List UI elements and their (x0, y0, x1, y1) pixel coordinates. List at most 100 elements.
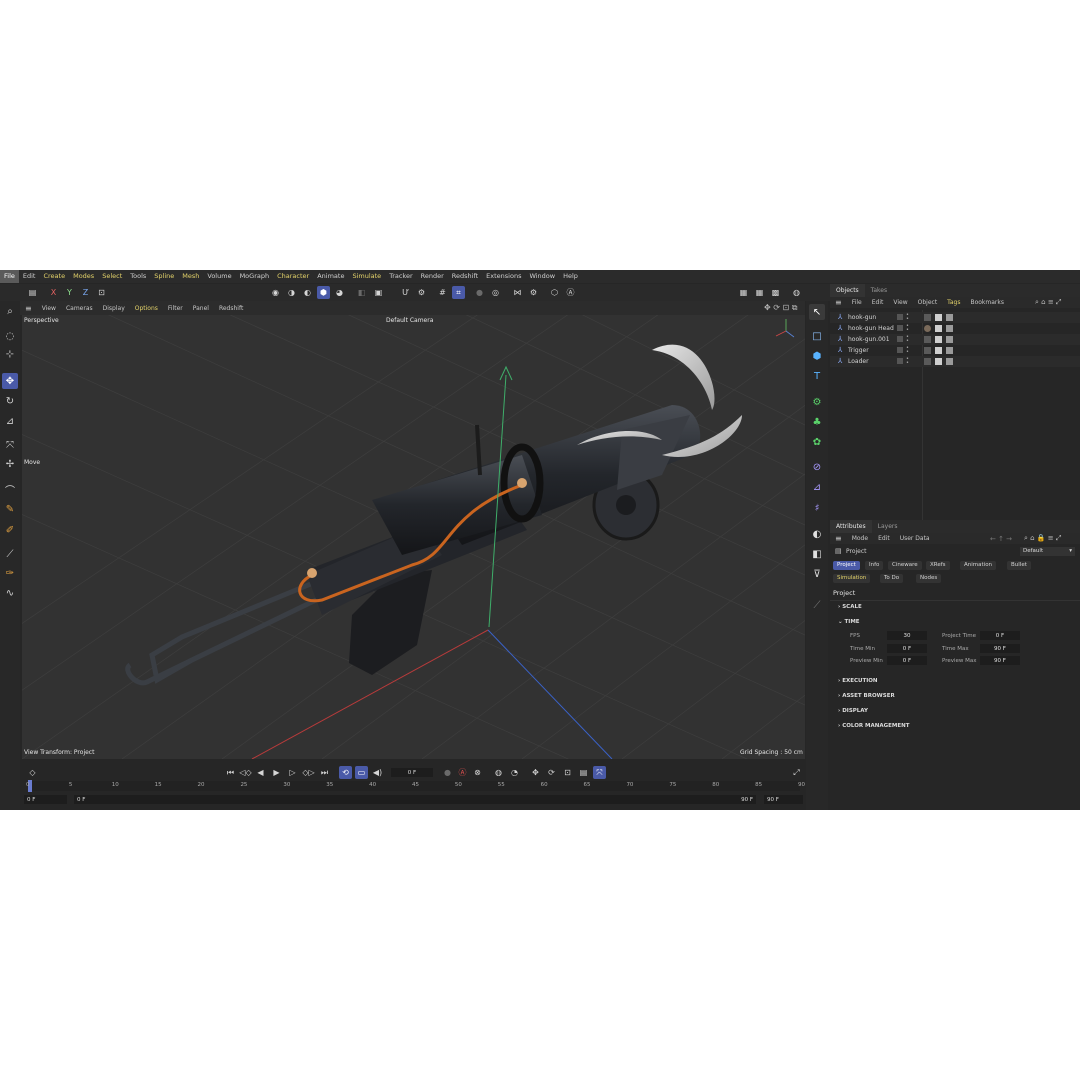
spline-icon[interactable]: ∿ (2, 585, 18, 601)
tab-nodes[interactable]: Nodes (916, 574, 942, 583)
visibility-dots[interactable]: • • (906, 335, 909, 344)
viewport-menu-display[interactable]: Display (98, 305, 130, 312)
brush-icon[interactable]: ⌒ (2, 481, 18, 497)
menu-window[interactable]: Window (525, 270, 559, 283)
visibility-dots[interactable]: • • (906, 346, 909, 355)
x-axis-button[interactable]: X (47, 286, 60, 299)
tab-cineware[interactable]: Cineware (888, 561, 922, 570)
uvw-tag-icon[interactable] (935, 347, 942, 354)
material-tag-icon[interactable] (924, 347, 931, 354)
time-min-field[interactable]: 0 F (887, 644, 927, 653)
object-row[interactable]: ⅄ Trigger • • (830, 345, 1080, 356)
menu-tools[interactable]: Tools (126, 270, 150, 283)
lock-icon[interactable]: ⬡ (548, 286, 561, 299)
time-section[interactable]: ⌄ TIME (838, 619, 860, 625)
object-row[interactable]: ⅄ hook-gun Head • • (830, 323, 1080, 334)
phong-tag-icon[interactable] (946, 336, 953, 343)
symmetry-settings-icon[interactable]: ⚙ (527, 286, 540, 299)
tab-simulation[interactable]: Simulation (833, 574, 871, 583)
tab-takes[interactable]: Takes (865, 284, 893, 297)
color-management-section[interactable]: › COLOR MANAGEMENT (838, 723, 910, 729)
target-icon[interactable]: ◎ (489, 286, 502, 299)
menu-create[interactable]: Create (39, 270, 69, 283)
preset-dropdown[interactable]: Default ▾ (1020, 547, 1075, 556)
attributes-menu-edit[interactable]: Edit (873, 535, 895, 542)
preview-max-field[interactable]: 90 F (980, 656, 1020, 665)
object-row[interactable]: ⅄ hook-gun.001 • • (830, 334, 1080, 345)
objects-menu-view[interactable]: View (888, 299, 912, 306)
tab-animation[interactable]: Animation (960, 561, 997, 570)
grid-icon[interactable]: # (436, 286, 449, 299)
uvw-tag-icon[interactable] (935, 358, 942, 365)
z-axis-button[interactable]: Z (79, 286, 92, 299)
object-row[interactable]: ⅄ hook-gun • • (830, 312, 1080, 323)
search-icon[interactable]: ⌕ ⌂ ≡ ⤢ (1035, 298, 1062, 307)
edges-mode-icon[interactable]: ◐ (301, 286, 314, 299)
search-icon[interactable]: ⌕ ⌂ 🔒 ≡ ⤢ (1024, 534, 1061, 543)
material-tag-icon[interactable] (924, 358, 931, 365)
phong-tag-icon[interactable] (946, 347, 953, 354)
render-settings-icon[interactable]: ▩ (769, 286, 782, 299)
scale-section[interactable]: › SCALE (838, 604, 862, 610)
snap-icon[interactable]: Ư (399, 286, 412, 299)
viewport-menu-view[interactable]: View (37, 305, 61, 312)
pointer-icon[interactable]: ↖ (809, 304, 825, 320)
attributes-menu-mode[interactable]: Mode (847, 535, 873, 542)
phong-tag-icon[interactable] (946, 314, 953, 321)
solo-icon[interactable]: Ⓐ (564, 286, 577, 299)
preview-range-bar[interactable]: 0 F 90 F (74, 795, 756, 804)
uvw-tag-icon[interactable] (935, 325, 942, 332)
clapboard-icon[interactable]: ▤ (26, 286, 39, 299)
menu-character[interactable]: Character (273, 270, 313, 283)
asset-browser-section[interactable]: › ASSET BROWSER (838, 693, 895, 699)
visibility-check[interactable] (897, 358, 903, 364)
objects-menu-object[interactable]: Object (913, 299, 943, 306)
tweak-icon[interactable]: ⊹ (2, 346, 18, 362)
menu-extensions[interactable]: Extensions (482, 270, 525, 283)
brush-settings-icon[interactable]: ⟋ (809, 597, 825, 613)
axis-tool-icon[interactable]: ✢ (2, 456, 18, 472)
display-section[interactable]: › DISPLAY (838, 708, 868, 714)
rotate-tool-icon[interactable]: ↻ (2, 393, 18, 409)
knife-icon[interactable]: ⟋ (2, 546, 18, 562)
points-mode-icon[interactable]: ◑ (285, 286, 298, 299)
menu-edit[interactable]: Edit (19, 270, 40, 283)
search-icon[interactable]: ⌕ (2, 303, 18, 319)
menu-mesh[interactable]: Mesh (178, 270, 203, 283)
viewport-menu-options[interactable]: Options (130, 305, 163, 312)
coordinate-system-icon[interactable]: ⊡ (95, 286, 108, 299)
uvw-tag-icon[interactable] (935, 314, 942, 321)
paint-icon[interactable]: ✎ (2, 501, 18, 517)
time-max-field[interactable]: 90 F (980, 644, 1020, 653)
bend-icon[interactable]: ⊿ (809, 479, 825, 495)
viewport-menu-cameras[interactable]: Cameras (61, 305, 98, 312)
workplane-icon[interactable]: ▣ (372, 286, 385, 299)
subdivision-icon[interactable]: ⚙ (809, 394, 825, 410)
menu-render[interactable]: Render (417, 270, 448, 283)
3d-viewport[interactable]: Perspective Default Camera Move View Tra… (22, 315, 805, 759)
visibility-dots[interactable]: • • (906, 357, 909, 366)
move-tool-icon[interactable]: ✥ (2, 373, 18, 389)
viewport-nav-icons[interactable]: ✥ ⟳ ⊡ ⧉ (764, 303, 797, 313)
cube-icon[interactable]: ⬢ (809, 348, 825, 364)
menu-animate[interactable]: Animate (313, 270, 348, 283)
visibility-check[interactable] (897, 314, 903, 320)
object-row[interactable]: ⅄ Loader • • (830, 356, 1080, 367)
environment-icon[interactable]: ◐ (809, 526, 825, 542)
tab-objects[interactable]: Objects (830, 284, 865, 297)
objects-menu-edit[interactable]: Edit (867, 299, 889, 306)
attributes-menu-user-data[interactable]: User Data (895, 535, 935, 542)
redshift-render-icon[interactable]: ◍ (790, 286, 803, 299)
hamburger-icon[interactable]: ≡ (830, 298, 847, 307)
tab-project[interactable]: Project (833, 561, 860, 570)
menu-modes[interactable]: Modes (69, 270, 98, 283)
y-axis-button[interactable]: Y (63, 286, 76, 299)
uvw-tag-icon[interactable] (935, 336, 942, 343)
phong-tag-icon[interactable] (946, 325, 953, 332)
tab-layers[interactable]: Layers (872, 520, 904, 533)
tab-to-do[interactable]: To Do (880, 574, 904, 583)
visibility-check[interactable] (897, 336, 903, 342)
polygons-mode-icon[interactable]: ⬢ (317, 286, 330, 299)
menu-volume[interactable]: Volume (203, 270, 235, 283)
menu-redshift[interactable]: Redshift (448, 270, 482, 283)
